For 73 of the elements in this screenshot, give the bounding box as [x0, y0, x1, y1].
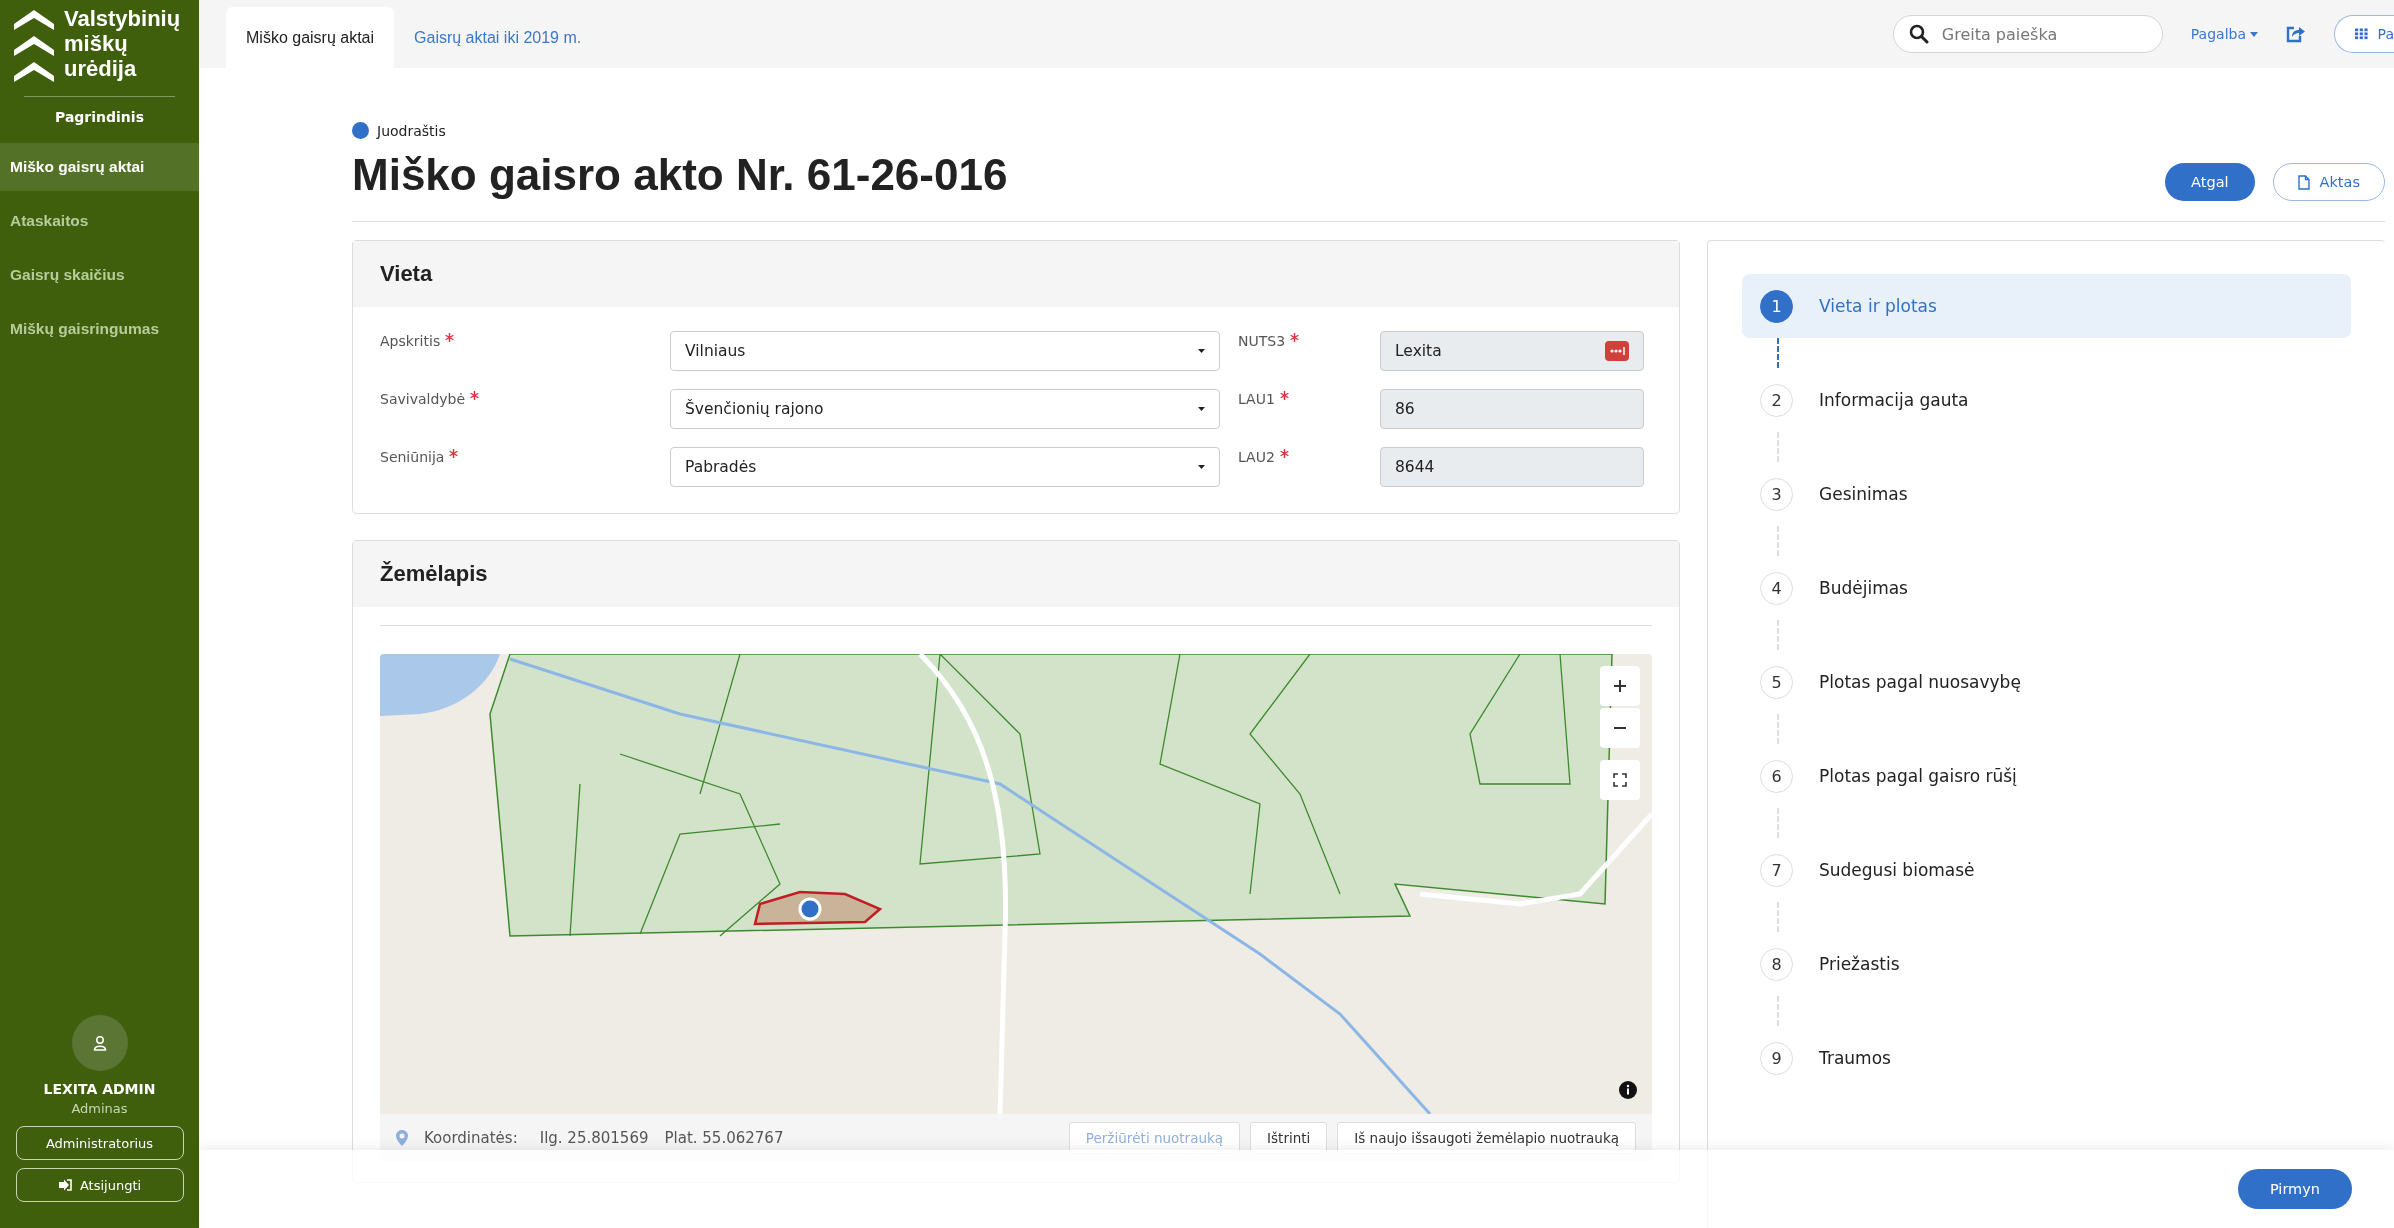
step-number: 5: [1760, 665, 1793, 699]
readonly-field[interactable]: 86: [1380, 389, 1644, 429]
caret-icon: [1198, 349, 1205, 353]
share-icon[interactable]: [2286, 25, 2306, 43]
card-title: Vieta: [380, 261, 433, 287]
document-button[interactable]: Aktas: [2272, 163, 2385, 201]
step-item[interactable]: 3 Gesinimas: [1742, 462, 2351, 526]
sidebar-item[interactable]: Gaisrų skaičius: [0, 251, 199, 299]
field-label: Apskritis: [380, 333, 441, 349]
logout-button[interactable]: Atsijungti: [15, 1168, 184, 1202]
select-field[interactable]: Švenčionių rajono: [670, 389, 1220, 429]
search-field[interactable]: Greita paieška: [1892, 15, 2163, 53]
back-button[interactable]: Atgal: [2165, 163, 2255, 201]
field-label: Seniūnija: [380, 449, 445, 465]
plus-icon: [1614, 680, 1626, 692]
search-icon: [1908, 24, 1929, 44]
step-number: 6: [1760, 759, 1793, 793]
coordinates-label: Koordinatės:: [424, 1129, 518, 1147]
step-item[interactable]: 7 Sudegusi biomasė: [1742, 838, 2351, 902]
status-label: Juodraštis: [377, 122, 446, 139]
step-number: 1: [1760, 289, 1793, 323]
logout-icon: [57, 1179, 72, 1191]
step-item[interactable]: 8 Priežastis: [1742, 932, 2351, 996]
fullscreen-icon: [1613, 773, 1627, 787]
step-number: 9: [1760, 1041, 1793, 1075]
longitude-value: Ilg. 25.801569: [539, 1129, 649, 1147]
step-number: 8: [1760, 947, 1793, 981]
step-item[interactable]: 4 Budėjimas: [1742, 556, 2351, 620]
step-item[interactable]: 5 Plotas pagal nuosavybę: [1742, 650, 2351, 714]
step-number: 3: [1760, 477, 1793, 511]
grid-icon: [2355, 27, 2368, 41]
select-field[interactable]: Pabradės: [670, 447, 1220, 487]
admin-button[interactable]: Administratorius: [15, 1126, 184, 1160]
step-item[interactable]: 6 Plotas pagal gaisro rūšį: [1742, 744, 2351, 808]
sidebar-item[interactable]: Ataskaitos: [0, 197, 199, 245]
info-icon[interactable]: [1619, 1081, 1637, 1099]
field-label: NUTS3: [1238, 333, 1286, 349]
card-title: Žemėlapis: [380, 561, 488, 587]
field-label: Savivaldybė: [380, 391, 466, 407]
sidebar-item[interactable]: Miškų gaisringumas: [0, 305, 199, 353]
field-label: LAU2: [1238, 449, 1275, 465]
step-item[interactable]: 9 Traumos: [1742, 1026, 2351, 1090]
caret-icon: [2250, 31, 2258, 37]
help-menu[interactable]: Pagalba: [2190, 26, 2258, 42]
document-icon: [2297, 174, 2310, 190]
step-number: 2: [1760, 383, 1793, 417]
step-item[interactable]: 1 Vieta ir plotas: [1742, 274, 2351, 338]
step-number: 7: [1760, 853, 1793, 887]
sidebar-item[interactable]: Miško gaisrų aktai: [0, 143, 199, 191]
step-item[interactable]: 2 Informacija gauta: [1742, 368, 2351, 432]
next-button[interactable]: Pirmyn: [2237, 1169, 2352, 1209]
apps-button[interactable]: Pa: [2334, 15, 2394, 53]
caret-icon: [1198, 407, 1205, 411]
section-label: Pagrindinis: [54, 109, 145, 125]
step-number: 4: [1760, 571, 1793, 605]
caret-icon: [1198, 465, 1205, 469]
readonly-field[interactable]: Lexita: [1380, 331, 1644, 371]
select-field[interactable]: Vilniaus: [670, 331, 1220, 371]
password-manager-icon: [1605, 341, 1629, 361]
location-pin-icon: [396, 1130, 408, 1146]
zoom-in-button[interactable]: [1600, 666, 1640, 706]
tab[interactable]: Gaisrų aktai iki 2019 m.: [394, 7, 602, 68]
latitude-value: Plat. 55.062767: [664, 1129, 784, 1147]
minus-icon: [1614, 727, 1626, 729]
logo-text: Valstybinių miškų urėdija: [64, 6, 181, 81]
readonly-field[interactable]: 8644: [1380, 447, 1644, 487]
fullscreen-button[interactable]: [1600, 760, 1640, 800]
page-title: Miško gaisro akto Nr. 61-26-016: [352, 149, 1008, 201]
user-role: Adminas: [71, 1101, 128, 1116]
tab[interactable]: Miško gaisrų aktai: [226, 7, 395, 68]
user-name: LEXITA ADMIN: [43, 1081, 156, 1097]
user-icon: [91, 1035, 108, 1051]
field-label: LAU1: [1238, 391, 1275, 407]
